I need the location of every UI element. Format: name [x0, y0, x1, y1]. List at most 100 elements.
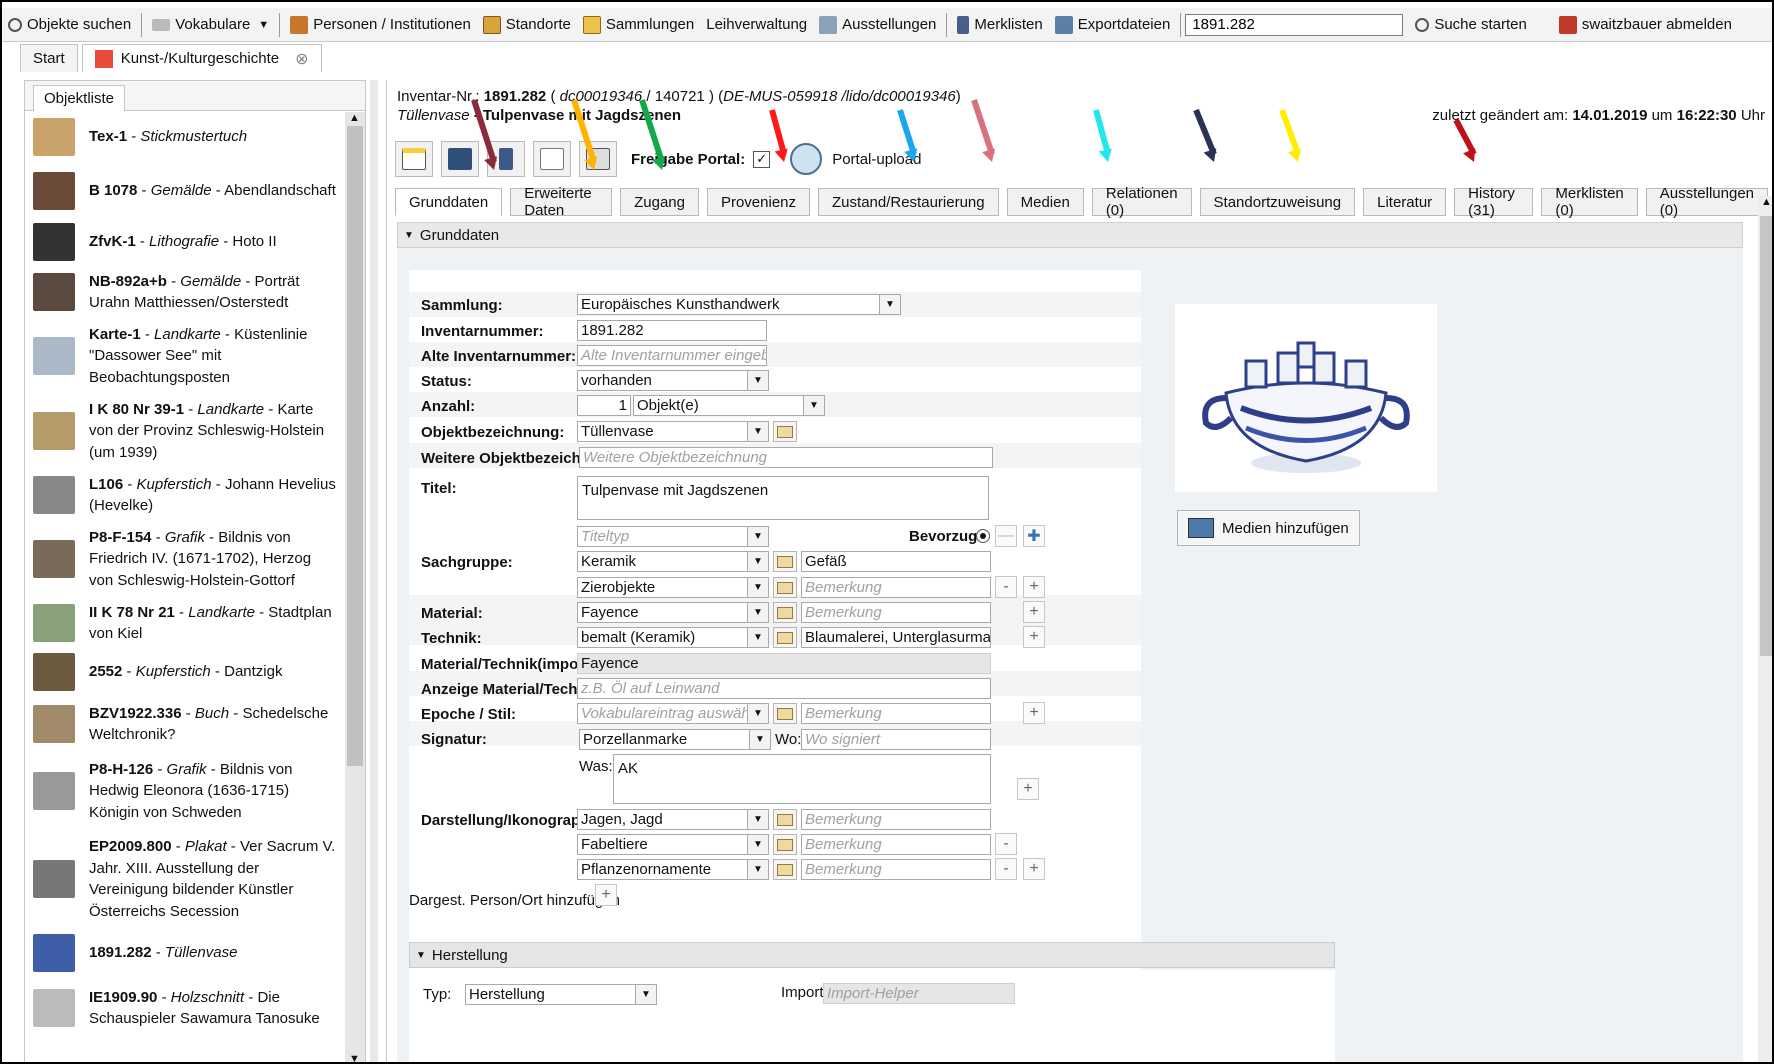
sachgruppe-select-1[interactable]: Keramik ▼ — [577, 551, 769, 572]
detail-scrollbar[interactable]: ▲ — [1758, 196, 1772, 1062]
leihverwaltung-button[interactable]: Leihverwaltung — [700, 10, 813, 40]
add-button[interactable]: + — [1023, 702, 1045, 724]
medien-hinzufuegen-button[interactable]: Medien hinzufügen — [1177, 510, 1360, 546]
new-record-button[interactable] — [395, 141, 433, 177]
add-button[interactable]: + — [1023, 858, 1045, 880]
wo-field[interactable]: Wo signiert — [801, 729, 991, 750]
tab-erweiterte-daten[interactable]: Erweiterte Daten — [510, 185, 613, 219]
epoche-note[interactable]: Bemerkung — [801, 703, 991, 724]
list-item[interactable]: IE1909.90 - Holzschnitt - Die Schauspiel… — [25, 978, 345, 1038]
thesaurus-book-icon[interactable] — [773, 703, 797, 724]
suche-starten-button[interactable]: Suche starten — [1409, 10, 1533, 40]
titel-textarea[interactable]: Tulpenvase mit Jagdszenen — [577, 476, 989, 520]
list-item[interactable]: B 1078 - Gemälde - Abendlandschaft — [25, 162, 345, 220]
scrollbar-thumb[interactable] — [1760, 216, 1772, 656]
sammlungen-button[interactable]: Sammlungen — [577, 10, 700, 40]
add-button[interactable]: ✚ — [1023, 525, 1045, 547]
list-item[interactable]: L106 - Kupferstich - Johann Hevelius (He… — [25, 470, 345, 520]
bookmark-button[interactable] — [487, 141, 525, 177]
typ-select[interactable]: Herstellung ▼ — [465, 984, 657, 1005]
tab-literatur[interactable]: Literatur — [1363, 188, 1447, 216]
list-item[interactable]: Karte-1 - Landkarte - Küstenlinie "Dasso… — [25, 320, 345, 392]
portal-upload-button[interactable]: Portal-upload — [790, 143, 921, 175]
tab-history-31[interactable]: History (31) — [1454, 185, 1534, 219]
add-button[interactable]: + — [1023, 576, 1045, 598]
remove-button[interactable]: - — [995, 833, 1017, 855]
list-item[interactable]: II K 78 Nr 21 - Landkarte - Stadtplan vo… — [25, 598, 345, 648]
tab-standortzuweisung[interactable]: Standortzuweisung — [1199, 188, 1356, 216]
object-image[interactable] — [1175, 304, 1437, 492]
ausstellungen-button[interactable]: Ausstellungen — [813, 10, 942, 40]
save-button[interactable] — [441, 141, 479, 177]
tab-kunst-kulturgeschichte[interactable]: Kunst-/Kulturgeschichte ⊗ — [81, 44, 322, 72]
technik-note[interactable]: Blaumalerei, Unterglasurmalerei — [801, 627, 991, 648]
chevron-up-icon[interactable]: ▲ — [1761, 196, 1772, 208]
sachgruppe-note-2[interactable]: Bemerkung — [801, 577, 991, 598]
remove-button[interactable]: - — [995, 576, 1017, 598]
tab-merklisten-0[interactable]: Merklisten (0) — [1541, 185, 1638, 219]
remove-button[interactable]: — — [995, 525, 1017, 547]
darstellung-select-3[interactable]: Pflanzenornamente ▼ — [577, 859, 769, 880]
signatur-select[interactable]: Porzellanmarke ▼ — [579, 729, 771, 750]
objekte-suchen-button[interactable]: Objekte suchen — [2, 10, 137, 40]
search-input[interactable] — [1185, 13, 1404, 36]
tab-start[interactable]: Start — [20, 44, 78, 72]
copy-button[interactable] — [533, 141, 571, 177]
objektbezeichnung-select[interactable]: Tüllenvase ▼ — [577, 421, 769, 442]
alte-inventarnummer-field[interactable]: Alte Inventarnummer eingeben — [577, 345, 767, 366]
tab-objektliste[interactable]: Objektliste — [33, 85, 126, 112]
object-list-scrollbar[interactable]: ▲ ▼ — [345, 112, 365, 1062]
material-note[interactable]: Bemerkung — [801, 602, 991, 623]
herstellung-section-header[interactable]: ▼ Herstellung — [409, 942, 1335, 968]
freigabe-checkbox[interactable]: ✓ — [753, 150, 771, 168]
chevron-up-icon[interactable]: ▲ — [349, 112, 360, 124]
tab-grunddaten[interactable]: Grunddaten — [395, 188, 503, 216]
thesaurus-book-icon[interactable] — [773, 421, 797, 442]
scrollbar-thumb[interactable] — [347, 126, 363, 766]
list-item[interactable]: 2552 - Kupferstich - Dantzigk — [25, 648, 345, 696]
add-button[interactable]: + — [595, 884, 617, 906]
add-button[interactable]: + — [1023, 601, 1045, 623]
list-item[interactable]: P8-H-126 - Grafik - Bildnis von Hedwig E… — [25, 752, 345, 830]
bevorzugt-radio[interactable] — [976, 529, 990, 543]
darstellung-select-1[interactable]: Jagen, Jagd ▼ — [577, 809, 769, 830]
thesaurus-book-icon[interactable] — [773, 577, 797, 598]
list-item[interactable]: P8-F-154 - Grafik - Bildnis von Friedric… — [25, 520, 345, 598]
tab-medien[interactable]: Medien — [1006, 188, 1084, 216]
sammlung-select[interactable]: Europäisches Kunsthandwerk ▼ — [577, 294, 901, 315]
anzahl-unit-select[interactable]: Objekt(e) ▼ — [633, 395, 825, 416]
thesaurus-book-icon[interactable] — [773, 627, 797, 648]
thesaurus-book-icon[interactable] — [773, 602, 797, 623]
list-item[interactable]: Tex-1 - Stickmustertuch — [25, 112, 345, 162]
epoche-select[interactable]: Vokabulareintrag auswählen ▼ — [577, 703, 769, 724]
anzeige-material-technik-field[interactable]: z.B. Öl auf Leinwand — [577, 678, 991, 699]
thesaurus-book-icon[interactable] — [773, 859, 797, 880]
list-item[interactable]: NB-892a+b - Gemälde - Porträt Urahn Matt… — [25, 264, 345, 320]
thesaurus-book-icon[interactable] — [773, 809, 797, 830]
tab-provenienz[interactable]: Provenienz — [706, 188, 811, 216]
standorte-button[interactable]: Standorte — [477, 10, 577, 40]
list-item[interactable]: BZV1922.336 - Buch - Schedelsche Weltchr… — [25, 696, 345, 752]
list-item[interactable]: 1891.282 - Tüllenvase — [25, 928, 345, 978]
technik-select[interactable]: bemalt (Keramik) ▼ — [577, 627, 769, 648]
panel-splitter[interactable] — [370, 80, 378, 1062]
merklisten-button[interactable]: Merklisten — [951, 10, 1048, 40]
darstellung-note-2[interactable]: Bemerkung — [801, 834, 991, 855]
vokabulare-menu[interactable]: Vokabulare ▼ — [146, 10, 275, 40]
status-select[interactable]: vorhanden ▼ — [577, 370, 769, 391]
remove-button[interactable]: - — [995, 858, 1017, 880]
anzahl-field[interactable]: 1 — [577, 395, 631, 416]
add-button[interactable]: + — [1023, 626, 1045, 648]
grunddaten-section-header[interactable]: ▼ Grunddaten — [397, 222, 1743, 248]
tab-ausstellungen-0[interactable]: Ausstellungen (0) — [1645, 185, 1768, 219]
thesaurus-book-icon[interactable] — [773, 551, 797, 572]
close-icon[interactable]: ⊗ — [295, 49, 308, 69]
logout-button[interactable]: swaitzbauer abmelden — [1553, 10, 1738, 40]
thesaurus-book-icon[interactable] — [773, 834, 797, 855]
darstellung-note-1[interactable]: Bemerkung — [801, 809, 991, 830]
titeltyp-select[interactable]: Titeltyp ▼ — [577, 526, 769, 547]
personen-button[interactable]: Personen / Institutionen — [284, 10, 477, 40]
list-item[interactable]: I K 80 Nr 39-1 - Landkarte - Karte von d… — [25, 392, 345, 470]
weitere-objektbezeichnung-field[interactable]: Weitere Objektbezeichnung — [579, 447, 993, 468]
material-select[interactable]: Fayence ▼ — [577, 602, 769, 623]
